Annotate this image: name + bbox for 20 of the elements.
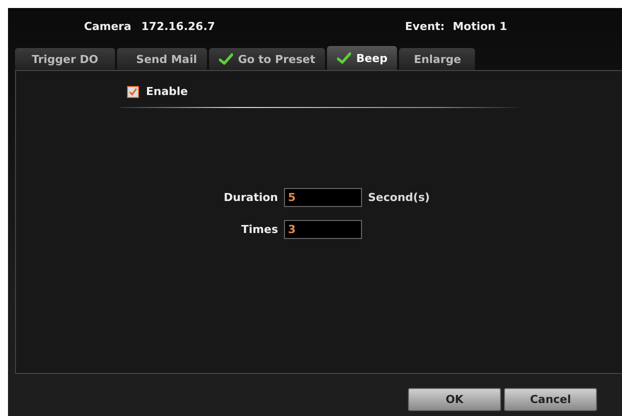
enable-label: Enable: [146, 85, 188, 98]
tab[interactable]: Enlarge: [399, 48, 476, 70]
field-label: Times: [240, 223, 278, 236]
field-label: Duration: [222, 191, 278, 204]
tab[interactable]: Go to Preset: [209, 48, 326, 70]
tab[interactable]: Trigger DO: [15, 48, 115, 70]
input-field[interactable]: 5: [284, 188, 362, 207]
checkmark-icon: [219, 53, 233, 65]
dialog-button[interactable]: OK: [408, 388, 501, 411]
event-label: Event:: [405, 20, 445, 32]
camera-address: 172.16.26.7: [141, 20, 216, 32]
dialog-button[interactable]: Cancel: [504, 388, 597, 411]
camera-label: Camera: [84, 20, 132, 32]
tab[interactable]: Beep: [327, 46, 398, 70]
enable-checkbox[interactable]: [127, 86, 139, 98]
tab[interactable]: Send Mail: [117, 48, 207, 70]
checkmark-icon: [337, 52, 352, 64]
input-field[interactable]: 3: [284, 220, 362, 239]
event-name: Motion 1: [452, 20, 508, 32]
unit-label: Second(s): [368, 191, 430, 204]
